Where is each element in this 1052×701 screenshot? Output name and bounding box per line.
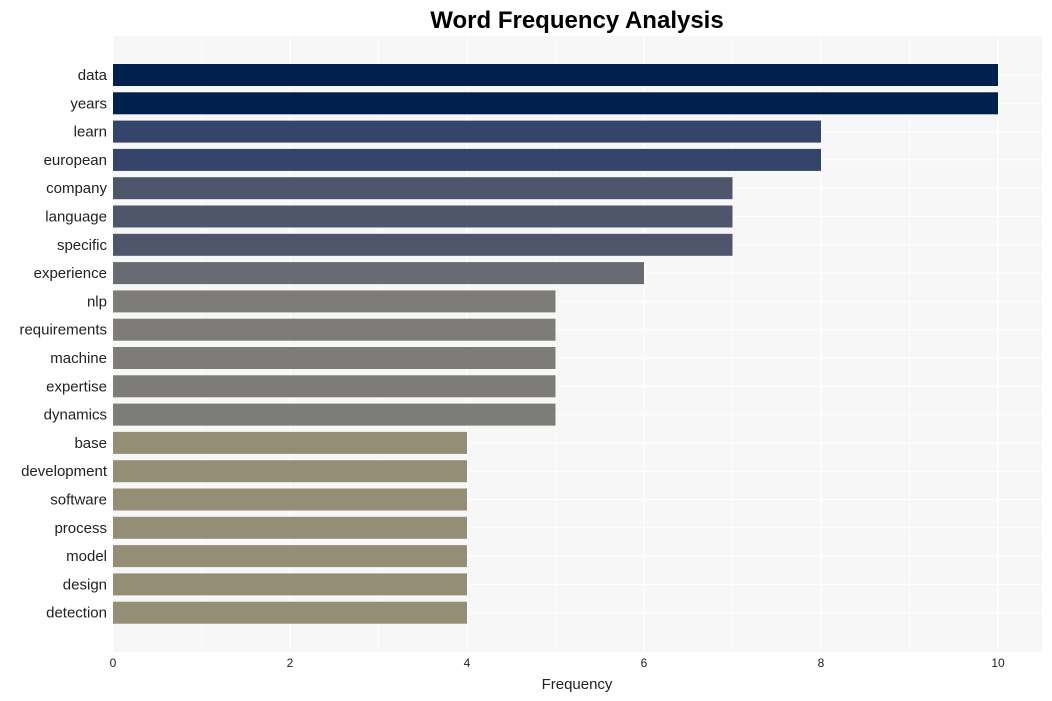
y-tick-label: model [66,548,107,565]
x-tick-label: 6 [641,656,648,670]
y-tick-label: process [54,520,107,537]
y-tick-label: requirements [19,322,107,339]
bar-experience [113,262,644,285]
y-tick-label: base [74,435,107,452]
y-tick-label: dynamics [44,407,107,424]
y-tick-label: language [45,209,107,226]
chart-title: Word Frequency Analysis [430,7,723,34]
bar-design [113,573,467,596]
y-tick-label: data [78,67,108,84]
y-tick-label: expertise [46,378,107,395]
bar-nlp [113,290,556,313]
y-tick-label: company [46,180,107,197]
x-tick-label: 2 [287,656,294,670]
y-tick-label: experience [34,265,107,282]
bar-data [113,64,998,86]
x-axis-label: Frequency [542,676,613,693]
bar-process [113,516,467,539]
bar-machine [113,347,556,369]
bar-model [113,545,467,568]
y-tick-label: design [63,576,107,593]
bar-specific [113,233,733,256]
y-tick-label: development [21,463,108,480]
bar-base [113,431,467,454]
y-tick-label: machine [50,350,107,367]
y-tick-label: learn [74,124,107,141]
y-tick-label: nlp [87,293,107,310]
y-tick-label: detection [46,605,107,622]
bar-detection [113,601,467,624]
bar-language [113,205,733,228]
y-axis-labels: data years learn european company language spe… [19,67,107,622]
x-tick-label: 4 [464,656,471,670]
bar-years [113,92,998,115]
y-tick-label: european [44,152,107,169]
bar-development [113,460,467,483]
bar-expertise [113,375,556,398]
x-tick-label: 0 [110,656,117,670]
x-axis-ticks: 0 2 4 6 8 10 [110,656,1005,670]
bar-company [113,177,733,200]
bar-chart: data years learn european company language spe… [19,7,1042,693]
bar-european [113,148,821,171]
bar-requirements [113,318,556,341]
y-tick-label: specific [57,237,108,254]
y-tick-label: years [70,95,107,112]
bar-software [113,488,467,511]
bar-dynamics [113,403,556,426]
x-tick-label: 8 [818,656,825,670]
y-tick-label: software [50,492,107,509]
bar-learn [113,120,821,143]
x-tick-label: 10 [991,656,1005,670]
